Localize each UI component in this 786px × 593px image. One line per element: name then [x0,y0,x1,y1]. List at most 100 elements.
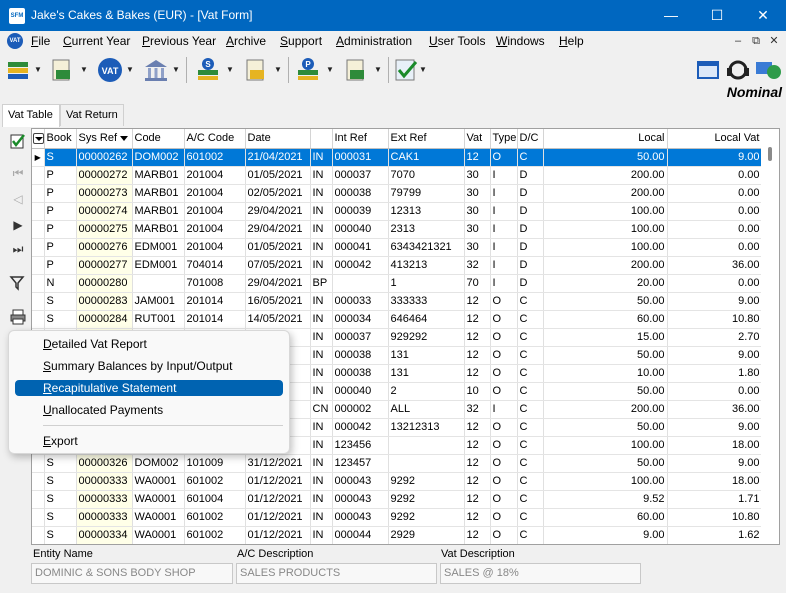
cell-local[interactable]: 50.00 [543,382,668,401]
approve-dropdown-icon[interactable]: ▼ [419,65,427,74]
cell-book[interactable]: S [44,454,77,473]
cell-vat[interactable]: 30 [464,184,491,203]
cell-local[interactable]: 9.52 [543,490,668,509]
cell-local[interactable]: 200.00 [543,400,668,419]
cell-doc-type[interactable]: IN [310,418,333,437]
column-header-sys-ref[interactable]: Sys Ref [76,129,133,149]
cell-code[interactable]: MARB01 [132,166,185,185]
cell-ext-ref[interactable] [388,436,465,455]
purchase-ledger-dropdown-icon[interactable]: ▼ [326,65,334,74]
sales-documents-dropdown-icon[interactable]: ▼ [274,65,282,74]
cell-date[interactable]: 29/04/2021 [245,202,311,221]
cell-ext-ref[interactable]: 2313 [388,220,465,239]
cell-book[interactable]: S [44,310,77,329]
cell-date[interactable]: 21/04/2021 [245,148,311,167]
table-row[interactable]: S 00000333 WA0001 601002 01/12/2021 IN 000043 9… [32,472,763,491]
cell-book[interactable]: P [44,238,77,257]
cell-vat[interactable]: 12 [464,526,491,544]
cell-dc[interactable]: C [517,292,544,311]
cell-ac-code[interactable]: 704014 [184,256,246,275]
cell-local-vat[interactable]: 36.00 [667,400,763,419]
cell-local-vat[interactable]: 9.00 [667,346,763,365]
cell-dc[interactable]: C [517,400,544,419]
cell-vat[interactable]: 12 [464,328,491,347]
cell-int-ref[interactable]: 000043 [332,472,389,491]
cell-sys-ref[interactable]: 00000276 [76,238,133,257]
cell-doc-type[interactable]: IN [310,238,333,257]
cell-doc-type[interactable]: IN [310,454,333,473]
cell-date[interactable]: 29/04/2021 [245,220,311,239]
first-record-icon[interactable]: ⏮ [9,164,27,182]
cell-book[interactable]: S [44,292,77,311]
column-header-vat[interactable]: Vat [464,129,491,149]
print-icon[interactable] [9,308,27,326]
cell-dc[interactable]: D [517,256,544,275]
cell-code[interactable]: WA0001 [132,490,185,509]
cell-local-vat[interactable]: 0.00 [667,166,763,185]
purchase-documents-icon[interactable] [342,56,370,84]
menu-item-recapitulative-statement[interactable]: Recapitulative Statement [15,380,283,396]
column-header-ext-ref[interactable]: Ext Ref [388,129,465,149]
cell-code[interactable]: MARB01 [132,202,185,221]
menu-item-summary-balances[interactable]: Summary Balances by Input/Output [15,358,283,374]
table-row[interactable]: S 00000333 WA0001 601002 01/12/2021 IN 000043 9… [32,508,763,527]
cell-vat[interactable]: 70 [464,274,491,293]
cell-doc-type[interactable]: IN [310,346,333,365]
cell-ext-ref[interactable]: 1 [388,274,465,293]
previous-record-icon[interactable]: ◁ [9,190,27,208]
cell-local[interactable]: 50.00 [543,292,668,311]
cell-dc[interactable]: C [517,436,544,455]
vat-dropdown-icon[interactable]: ▼ [126,65,134,74]
tab-vat-table[interactable]: Vat Table [2,104,60,127]
cell-book[interactable]: N [44,274,77,293]
cell-dc[interactable]: C [517,418,544,437]
cell-type[interactable]: O [490,328,518,347]
cell-ext-ref[interactable]: 9292 [388,472,465,491]
cell-dc[interactable]: C [517,526,544,544]
cell-ac-code[interactable]: 201004 [184,238,246,257]
cell-dc[interactable]: C [517,382,544,401]
close-button[interactable]: ✕ [740,0,786,31]
table-row[interactable]: ▶ S 00000262 DOM002 601002 21/04/2021 IN 000031… [32,148,763,167]
cell-doc-type[interactable]: IN [310,256,333,275]
table-row[interactable]: S 00000326 DOM002 101009 31/12/2021 IN 123457 1… [32,454,763,473]
cell-date[interactable]: 01/12/2021 [245,508,311,527]
vat-description-field[interactable]: SALES @ 18% [440,563,641,584]
cell-vat[interactable]: 10 [464,382,491,401]
documents-icon[interactable] [48,56,76,84]
tab-vat-return[interactable]: Vat Return [60,104,124,126]
mdi-close-button[interactable]: ✕ [766,34,782,48]
purchase-ledger-icon[interactable]: P [294,56,322,84]
cell-doc-type[interactable]: IN [310,436,333,455]
table-row[interactable]: P 00000273 MARB01 201004 02/05/2021 IN 000038 7… [32,184,763,203]
cell-code[interactable]: WA0001 [132,526,185,544]
cell-ext-ref[interactable]: 9292 [388,508,465,527]
cell-dc[interactable]: D [517,202,544,221]
entity-name-field[interactable]: DOMINIC & SONS BODY SHOP [31,563,233,584]
cell-sys-ref[interactable]: 00000262 [76,148,133,167]
column-header-local-vat[interactable]: Local Vat [667,129,763,149]
cell-date[interactable]: 16/05/2021 [245,292,311,311]
table-row[interactable]: P 00000276 EDM001 201004 01/05/2021 IN 000041 6… [32,238,763,257]
cell-local-vat[interactable]: 1.71 [667,490,763,509]
cell-ac-code[interactable]: 601002 [184,508,246,527]
cell-type[interactable]: I [490,184,518,203]
cell-ext-ref[interactable]: 333333 [388,292,465,311]
cell-ext-ref[interactable]: 79799 [388,184,465,203]
cell-vat[interactable]: 12 [464,148,491,167]
cell-int-ref[interactable]: 000038 [332,364,389,383]
table-row[interactable]: P 00000272 MARB01 201004 01/05/2021 IN 000037 7… [32,166,763,185]
cell-ac-code[interactable]: 201004 [184,184,246,203]
cell-doc-type[interactable]: IN [310,526,333,544]
cell-local-vat[interactable]: 36.00 [667,256,763,275]
cell-local-vat[interactable]: 0.00 [667,220,763,239]
cell-local[interactable]: 10.00 [543,364,668,383]
cell-type[interactable]: I [490,238,518,257]
cell-sys-ref[interactable]: 00000274 [76,202,133,221]
sales-documents-icon[interactable] [242,56,270,84]
mdi-minimize-button[interactable]: – [730,34,746,48]
bank-icon[interactable] [142,56,170,84]
windows-icon[interactable] [695,56,723,84]
cell-sys-ref[interactable]: 00000273 [76,184,133,203]
cell-date[interactable]: 07/05/2021 [245,256,311,275]
